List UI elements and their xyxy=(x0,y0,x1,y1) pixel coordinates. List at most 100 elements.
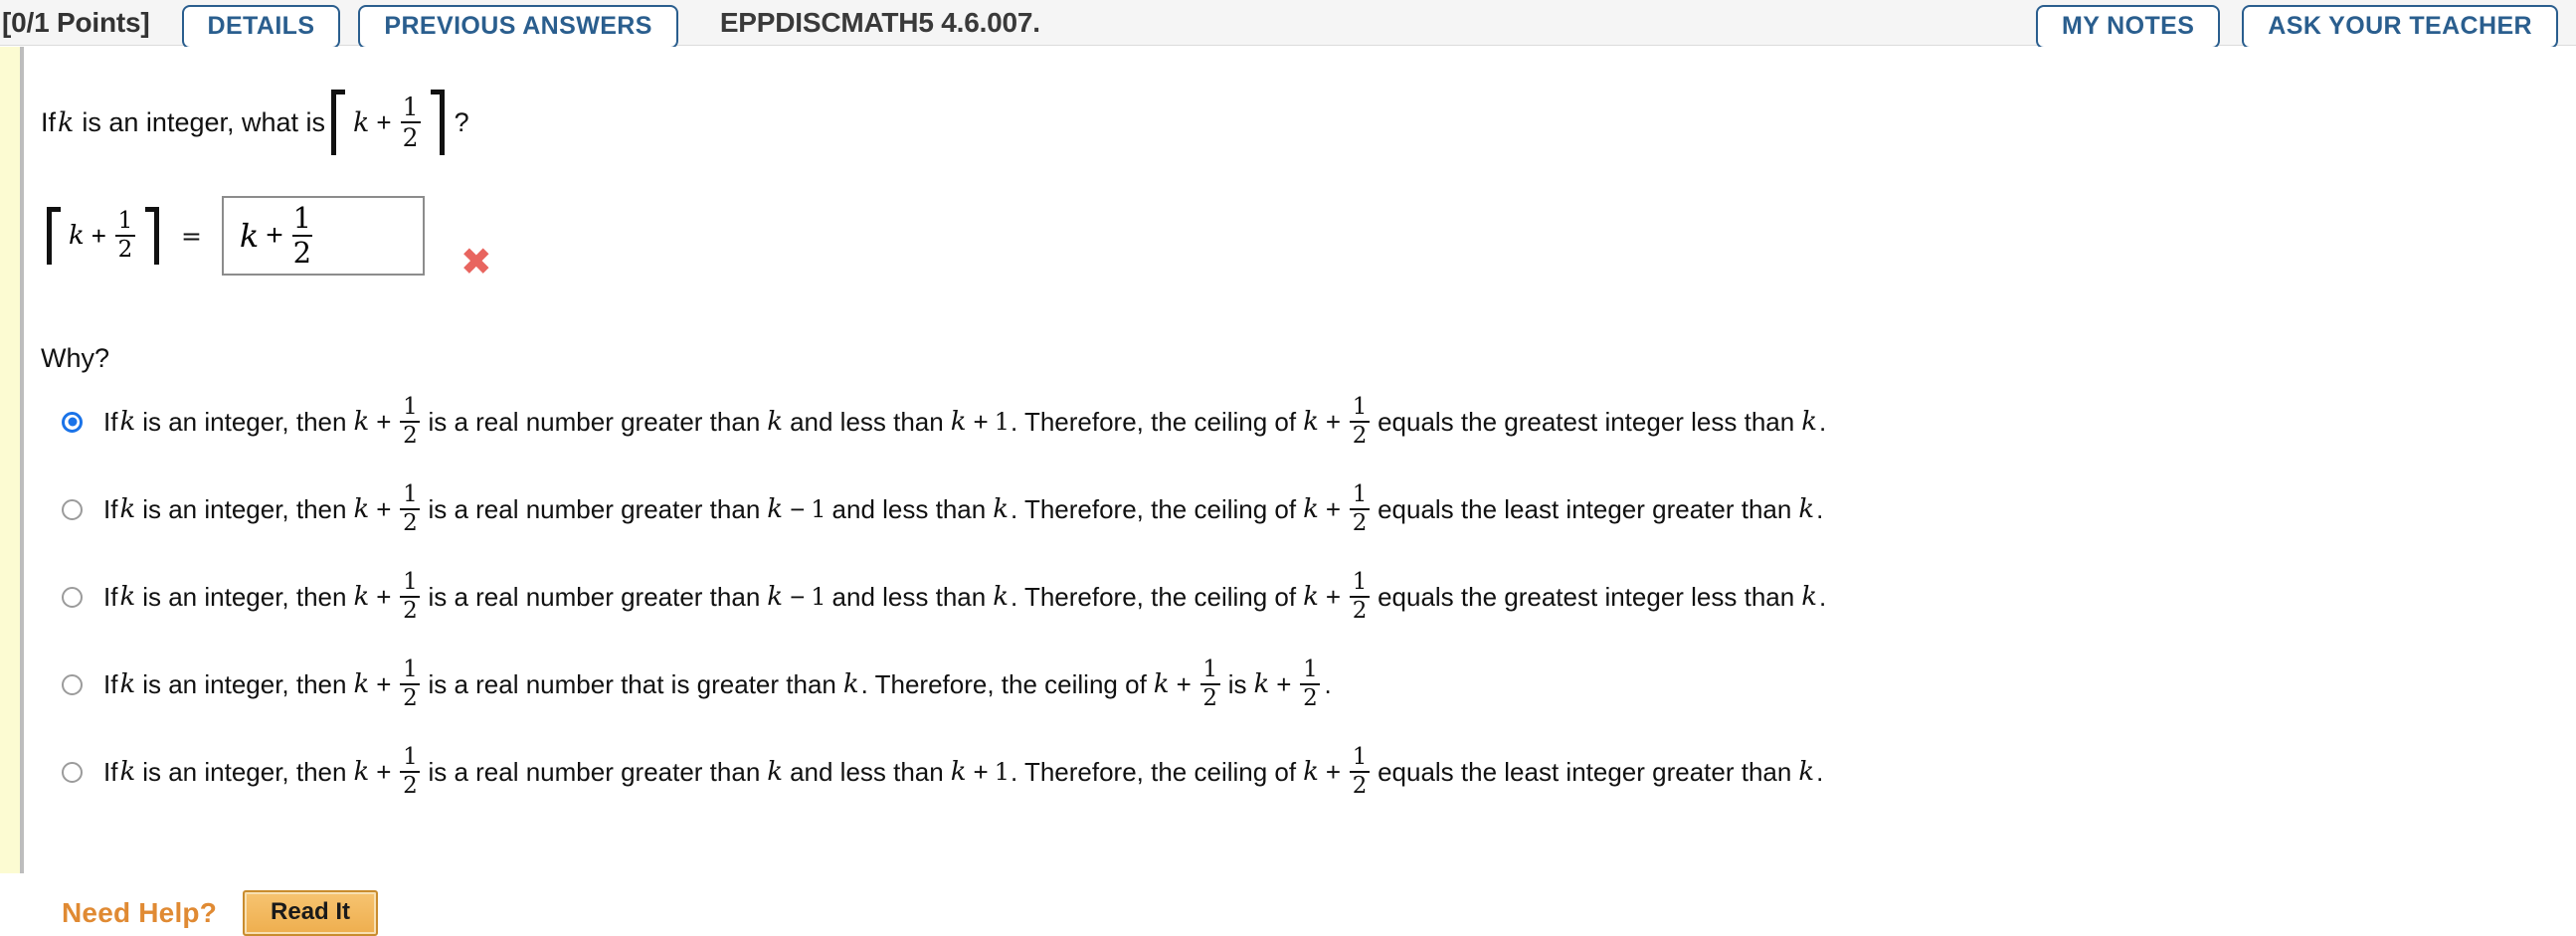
radio-button-option-1[interactable] xyxy=(62,411,83,433)
opt4-plus-2: + xyxy=(1176,669,1192,699)
radio-button-option-2[interactable] xyxy=(62,498,83,520)
points-label: [0/1 Points] xyxy=(2,6,150,38)
opt4-fraction-1: 1 2 xyxy=(400,658,421,711)
fraction-denominator: 2 xyxy=(403,510,418,536)
my-notes-button[interactable]: MY NOTES xyxy=(2035,4,2221,49)
opt1-period: . xyxy=(1819,407,1827,437)
fraction-denominator: 2 xyxy=(1352,598,1368,624)
opt3-plus-2: + xyxy=(1325,582,1342,612)
opt2-var-k-6: k xyxy=(1798,494,1815,524)
answer-row: k + 1 2 = k + 1 2 ✖ xyxy=(41,191,492,281)
why-option-1[interactable]: If k is an integer, then k + 1 2 is a re… xyxy=(62,378,2548,466)
why-option-4[interactable]: If k is an integer, then k + 1 2 is a re… xyxy=(62,641,2548,728)
ceiling-expression: k + 1 2 xyxy=(331,90,445,155)
fraction-numerator: 1 xyxy=(1202,656,1218,682)
opt1-plus-1: + xyxy=(376,407,392,437)
opt3-var-k-6: k xyxy=(1801,582,1817,612)
radio-button-option-4[interactable] xyxy=(62,673,83,695)
opt2-fraction-2: 1 2 xyxy=(1350,483,1371,536)
why-option-3[interactable]: If k is an integer, then k + 1 2 is a re… xyxy=(62,553,2548,641)
opt1-seg-integer-then: is an integer, then xyxy=(142,407,347,437)
opt5-fraction-1: 1 2 xyxy=(400,746,421,799)
why-option-4-text: If k is an integer, then k + 1 2 is a re… xyxy=(103,658,1332,710)
fraction-denominator: 2 xyxy=(292,236,312,270)
ceiling-left-bracket-icon xyxy=(331,90,346,155)
fraction-denominator: 2 xyxy=(402,123,419,152)
opt5-var-k-5: k xyxy=(1303,757,1319,787)
fraction-denominator: 2 xyxy=(403,685,418,711)
opt4-seg-if: If xyxy=(103,669,118,699)
fraction-numerator: 1 xyxy=(292,201,312,235)
why-option-5[interactable]: If k is an integer, then k + 1 2 is a re… xyxy=(62,728,2548,816)
opt2-var-k-5: k xyxy=(1303,494,1319,524)
read-it-button[interactable]: Read It xyxy=(243,890,379,936)
opt3-var-k-5: k xyxy=(1303,582,1319,612)
opt5-seg-equals-clause: equals the least integer greater than xyxy=(1378,757,1792,787)
opt3-num-1: 1 xyxy=(811,583,827,611)
expr-plus-operator: + xyxy=(376,106,392,137)
opt5-seg-therefore: . Therefore, the ceiling of xyxy=(1010,757,1297,787)
answer-lhs-variable-k: k xyxy=(69,221,85,251)
why-option-2-text: If k is an integer, then k + 1 2 is a re… xyxy=(103,483,1823,535)
opt3-seg-therefore: . Therefore, the ceiling of xyxy=(1010,582,1297,612)
answer-ceiling-right-bracket-icon xyxy=(144,207,159,265)
fraction-denominator: 2 xyxy=(403,773,418,799)
fraction-numerator: 1 xyxy=(403,569,418,595)
fraction-denominator: 2 xyxy=(1352,773,1368,799)
opt5-plus-2: + xyxy=(973,757,989,787)
opt1-var-k-4: k xyxy=(950,407,967,437)
ceiling-inner-expression: k + 1 2 xyxy=(345,94,431,150)
opt2-var-k-2: k xyxy=(353,494,370,524)
opt2-seg-if: If xyxy=(103,494,118,524)
opt1-var-k-6: k xyxy=(1801,407,1817,437)
opt1-seg-and-less: and less than xyxy=(790,407,944,437)
radio-button-option-5[interactable] xyxy=(62,761,83,783)
opt5-seg-if: If xyxy=(103,757,118,787)
fraction-numerator: 1 xyxy=(1303,656,1318,682)
left-highlight-strip xyxy=(0,47,20,873)
opt4-fraction-3: 1 2 xyxy=(1300,656,1321,711)
opt3-period: . xyxy=(1819,582,1827,612)
opt2-seg-real-number: is a real number greater than xyxy=(428,494,761,524)
answer-value-variable-k: k xyxy=(239,217,260,255)
answer-ceiling-inner: k + 1 2 xyxy=(61,210,145,262)
opt4-var-k-5: k xyxy=(1153,669,1170,699)
radio-button-option-3[interactable] xyxy=(62,586,83,608)
opt3-var-k-1: k xyxy=(119,582,136,612)
fraction-numerator: 1 xyxy=(402,93,419,121)
answer-input-field[interactable]: k + 1 2 xyxy=(221,196,425,276)
answer-ceiling-expression: k + 1 2 xyxy=(47,207,159,265)
opt5-var-k-4: k xyxy=(950,757,967,787)
opt5-plus-3: + xyxy=(1325,757,1342,787)
fraction-one-half: 1 2 xyxy=(400,93,421,152)
answer-lhs-plus-operator: + xyxy=(91,220,106,251)
opt4-plus-1: + xyxy=(376,669,392,699)
opt3-var-k-3: k xyxy=(767,582,784,612)
opt5-plus-1: + xyxy=(376,757,392,787)
opt3-minus-1: − xyxy=(790,582,806,612)
why-option-5-text: If k is an integer, then k + 1 2 is a re… xyxy=(103,746,1823,798)
fraction-denominator: 2 xyxy=(1352,510,1368,536)
ask-your-teacher-button[interactable]: ASK YOUR TEACHER xyxy=(2242,4,2558,49)
opt1-seg-real-number: is a real number greater than xyxy=(428,407,761,437)
fraction-denominator: 2 xyxy=(1303,685,1318,711)
previous-answers-button[interactable]: PREVIOUS ANSWERS xyxy=(358,4,678,49)
prompt-prefix: If xyxy=(41,106,57,137)
opt5-period: . xyxy=(1816,757,1824,787)
opt4-seg-real-number: is a real number that is greater than xyxy=(428,669,836,699)
opt2-var-k-3: k xyxy=(767,494,784,524)
opt1-var-k-2: k xyxy=(353,407,370,437)
opt4-var-k-1: k xyxy=(119,669,136,699)
opt4-fraction-2: 1 2 xyxy=(1199,656,1220,710)
opt2-period: . xyxy=(1816,494,1824,524)
fraction-denominator: 2 xyxy=(403,598,418,624)
opt1-seg-if: If xyxy=(103,407,118,437)
incorrect-x-icon: ✖ xyxy=(460,240,492,283)
why-option-2[interactable]: If k is an integer, then k + 1 2 is a re… xyxy=(62,466,2548,553)
prompt-middle-text: is an integer, what is xyxy=(82,106,326,137)
opt5-var-k-6: k xyxy=(1798,757,1815,787)
fraction-denominator: 2 xyxy=(403,423,418,449)
details-button[interactable]: DETAILS xyxy=(181,4,341,49)
opt3-fraction-1: 1 2 xyxy=(400,569,421,624)
answer-value-plus-operator: + xyxy=(266,219,283,252)
